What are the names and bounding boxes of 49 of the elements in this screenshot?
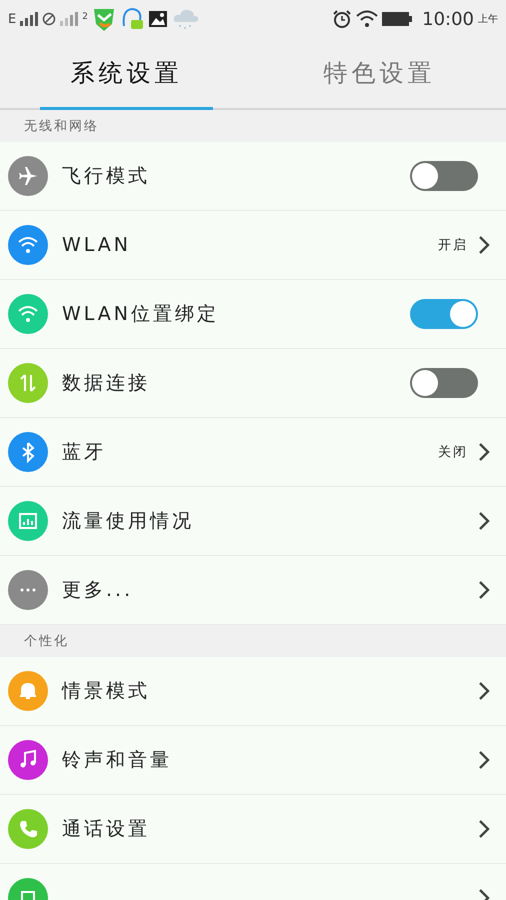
alarm-icon: [332, 9, 352, 29]
toggle-switch[interactable]: [410, 161, 478, 191]
setting-label: WLAN位置绑定: [62, 302, 220, 327]
sim-number: 2: [82, 12, 88, 22]
clock-time: 10:00: [422, 8, 474, 30]
settings-row[interactable]: WLAN 开启: [0, 211, 506, 280]
setting-label: WLAN: [62, 234, 132, 256]
settings-row[interactable]: 通话设置: [0, 795, 506, 864]
settings-row[interactable]: WLAN位置绑定: [0, 280, 506, 349]
toggle-switch[interactable]: [410, 299, 478, 329]
toggle-switch[interactable]: [410, 368, 478, 398]
settings-row[interactable]: 更多...: [0, 556, 506, 625]
setting-value: 关闭: [438, 444, 468, 461]
signal-icon: [20, 12, 38, 26]
chevron-icon: [478, 235, 490, 255]
chevron-icon: [478, 511, 490, 531]
setting-label: 数据连接: [62, 371, 150, 396]
settings-row[interactable]: 蓝牙 关闭: [0, 418, 506, 487]
image-icon: [148, 9, 168, 29]
settings-row[interactable]: 数据连接: [0, 349, 506, 418]
setting-label: 流量使用情况: [62, 509, 194, 534]
settings-row[interactable]: 飞行模式: [0, 142, 506, 211]
shield-icon: [92, 6, 116, 32]
chevron-icon: [478, 580, 490, 600]
setting-label: 更多...: [62, 578, 134, 603]
setting-label: 蓝牙: [62, 440, 106, 465]
setting-value: 开启: [438, 237, 468, 254]
tab[interactable]: 特色设置: [293, 38, 466, 110]
section-header: 个性化: [23, 633, 70, 651]
chevron-icon: [478, 442, 490, 462]
clock-period: 上午: [478, 12, 498, 26]
settings-row[interactable]: 铃声和音量: [0, 726, 506, 795]
settings-row[interactable]: 情景模式: [0, 657, 506, 726]
no-sim-icon: [42, 12, 56, 26]
setting-label: 铃声和音量: [62, 748, 172, 773]
setting-label: 情景模式: [62, 679, 150, 704]
signal-icon: [60, 12, 78, 26]
wifi-icon: [356, 10, 378, 28]
network-type: E: [8, 12, 16, 26]
weather-icon: [172, 7, 200, 31]
setting-label: 通话设置: [62, 817, 150, 842]
tab[interactable]: 系统设置: [40, 38, 213, 110]
section-header: 无线和网络: [23, 118, 100, 136]
setting-label: 飞行模式: [62, 164, 150, 189]
chevron-icon: [478, 750, 490, 770]
battery-icon: [382, 11, 412, 27]
chevron-icon: [478, 681, 490, 701]
chevron-icon: [478, 819, 490, 839]
settings-row[interactable]: 流量使用情况: [0, 487, 506, 556]
